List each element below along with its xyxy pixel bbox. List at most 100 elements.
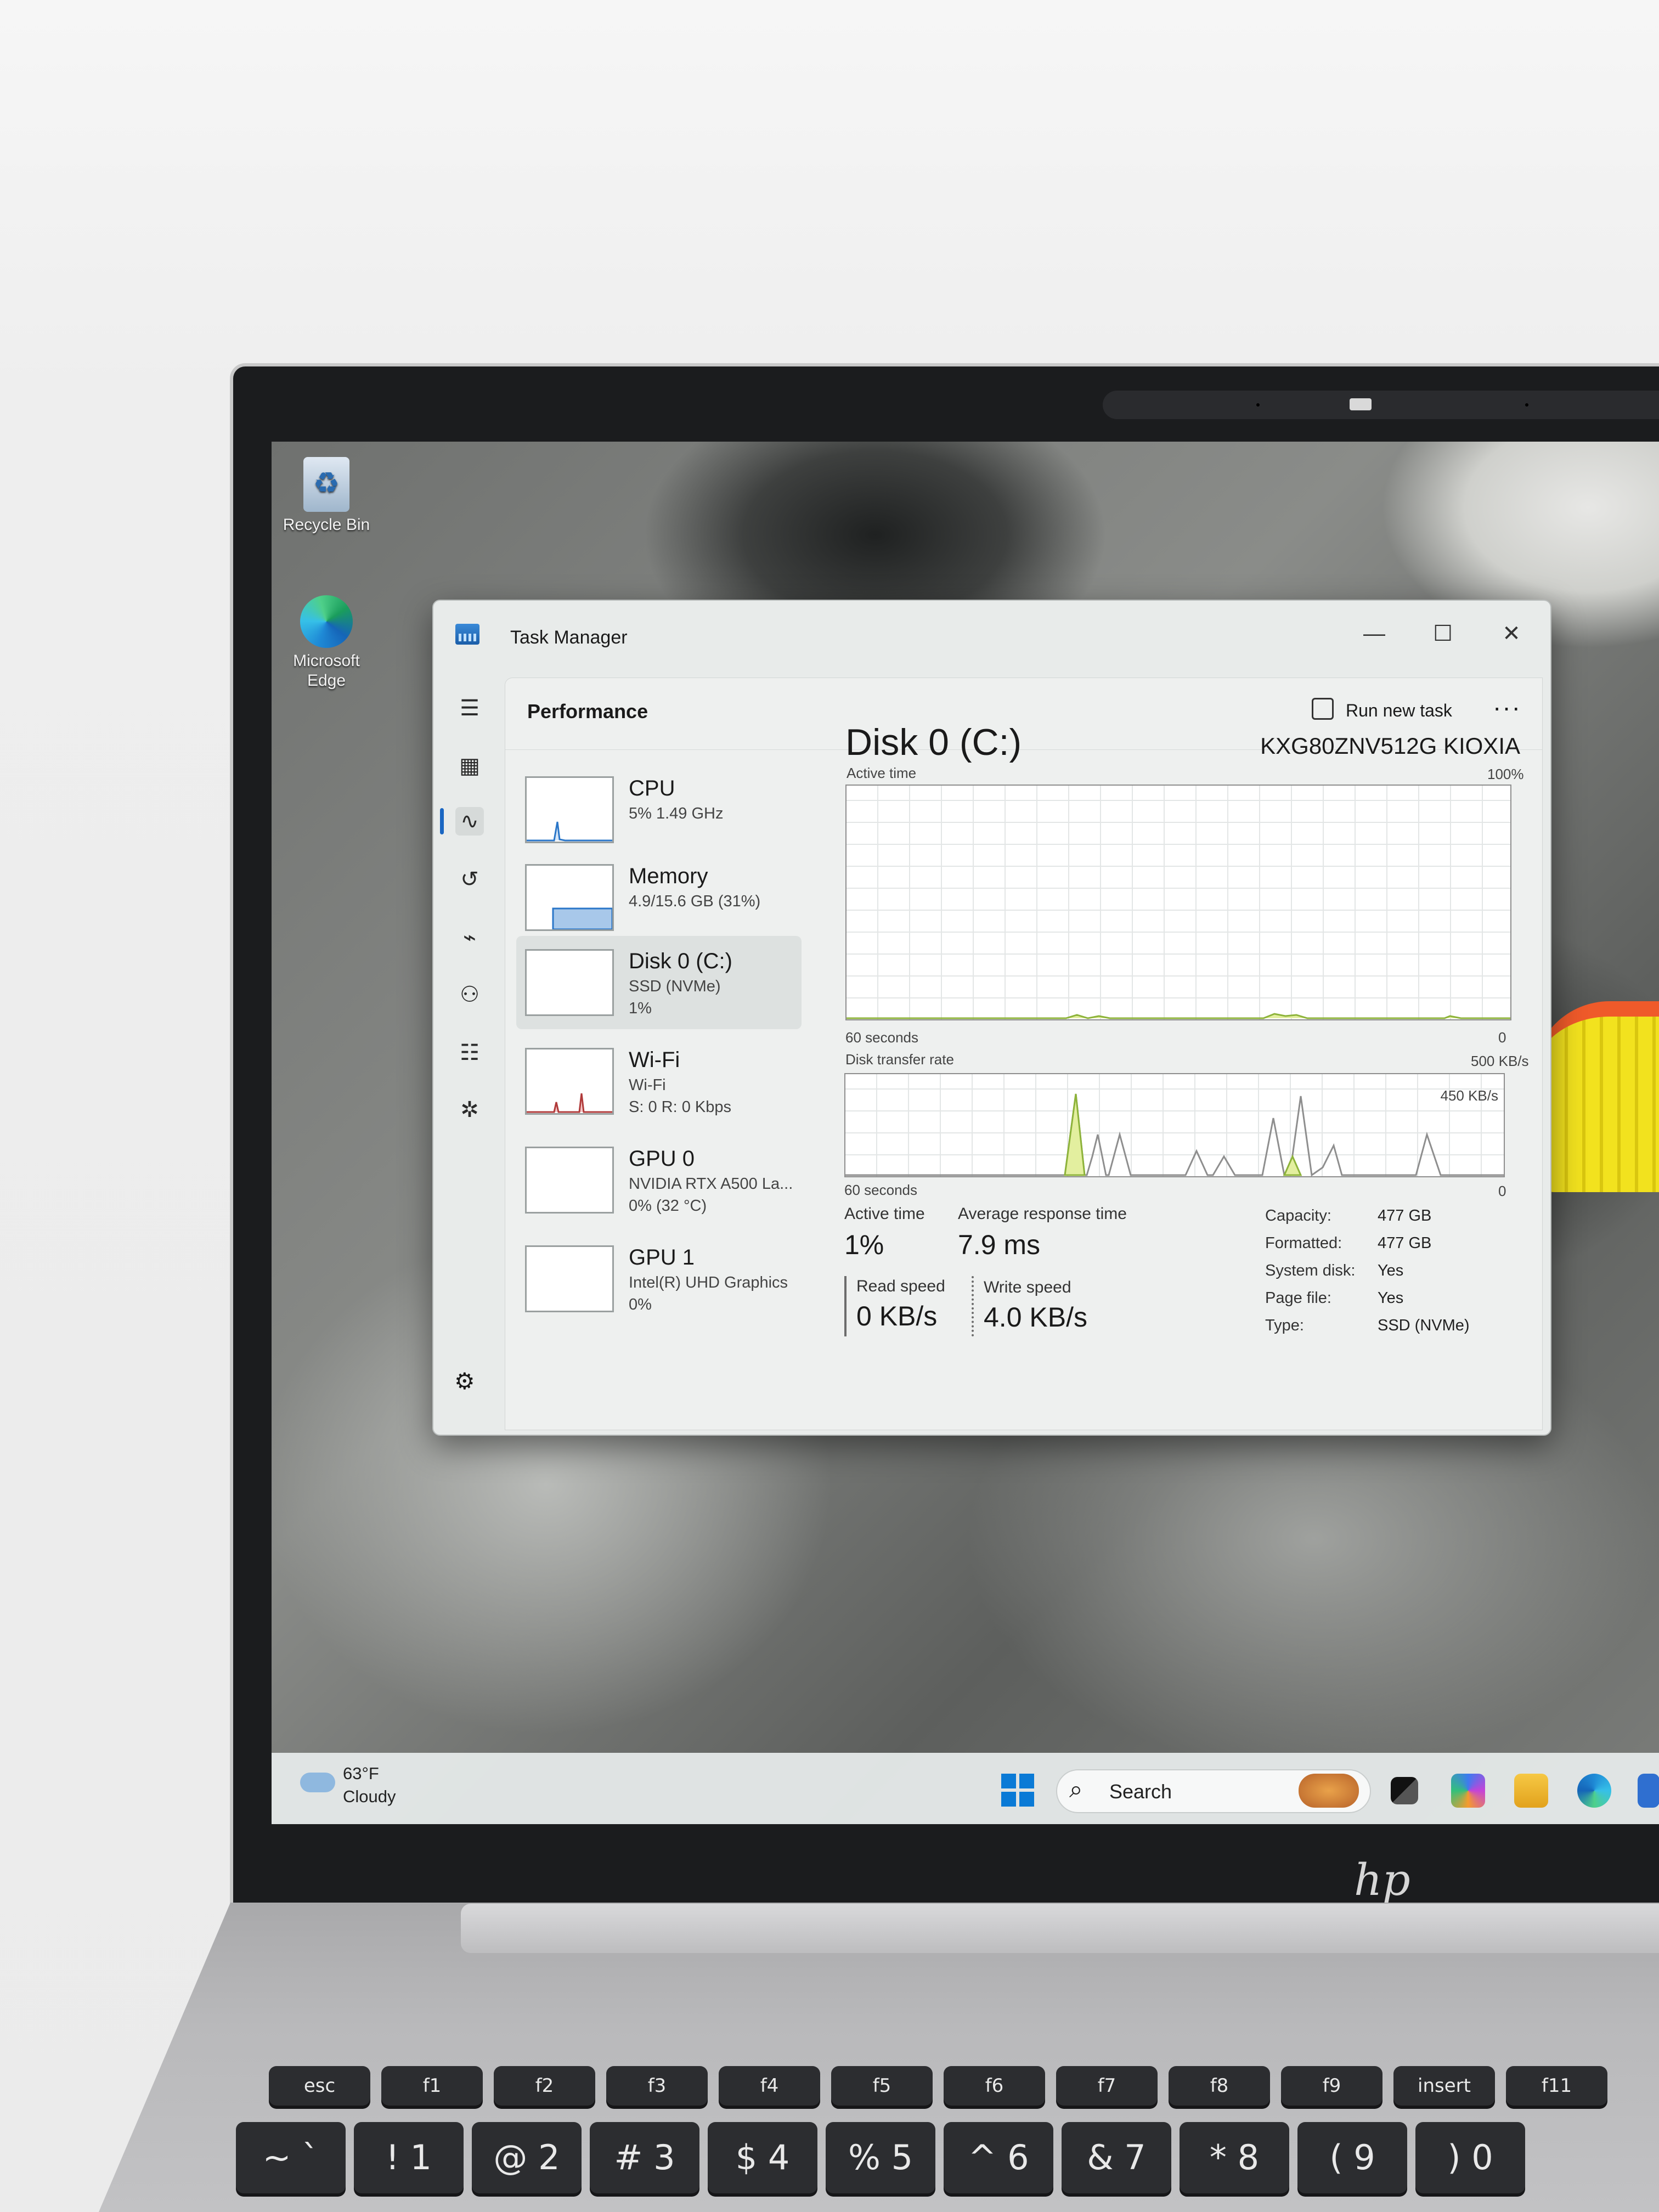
task-manager-window: Task Manager — ☐ ✕ ☰ ▦ ∿ ↺ ⌁ ⚇ ☷ ✲ ⚙ Per… xyxy=(432,600,1551,1436)
key-3[interactable]: # 3 xyxy=(590,2122,699,2193)
file-explorer-icon[interactable] xyxy=(1514,1774,1548,1808)
keyboard: esc f1 f2 f3 f4 f5 f6 f7 f8 f9 insert f1… xyxy=(230,2057,1659,2212)
key-esc[interactable]: esc xyxy=(269,2066,370,2106)
key-9[interactable]: ( 9 xyxy=(1297,2122,1407,2193)
key-7[interactable]: & 7 xyxy=(1062,2122,1171,2193)
weather-condition: Cloudy xyxy=(343,1787,396,1806)
maximize-button[interactable]: ☐ xyxy=(1418,617,1468,650)
weather-temperature: 63°F xyxy=(343,1764,379,1783)
processes-icon[interactable]: ▦ xyxy=(455,752,484,780)
disk-model: KXG80ZNV512G KIOXIA xyxy=(1260,733,1520,759)
device-name: GPU 0 xyxy=(629,1147,695,1171)
startup-apps-icon[interactable]: ⌁ xyxy=(455,923,484,952)
write-speed-label: Write speed xyxy=(984,1278,1071,1296)
wallpaper-paraglider xyxy=(1533,1001,1659,1192)
services-icon[interactable]: ✲ xyxy=(455,1096,484,1124)
run-new-task-button[interactable]: Run new task xyxy=(1312,698,1452,721)
taskbar: 63°F Cloudy ⌕ Search xyxy=(272,1753,1659,1824)
device-name: Disk 0 (C:) xyxy=(629,949,732,973)
device-usage: 0% xyxy=(629,1296,652,1313)
copilot-icon[interactable] xyxy=(1451,1774,1485,1808)
webcam-bar xyxy=(1103,391,1659,419)
active-time-graph-label: Active time xyxy=(847,765,917,781)
desktop-icon-label: Microsoft Edge xyxy=(293,652,360,690)
laptop-hinge xyxy=(461,1904,1659,1953)
key-5[interactable]: % 5 xyxy=(826,2122,935,2193)
key-4[interactable]: $ 4 xyxy=(708,2122,817,2193)
search-highlight-icon xyxy=(1299,1774,1359,1808)
search-input[interactable]: ⌕ Search xyxy=(1056,1769,1371,1813)
key-f4[interactable]: f4 xyxy=(719,2066,820,2106)
key-insert[interactable]: insert xyxy=(1393,2066,1495,2106)
key-f1[interactable]: f1 xyxy=(381,2066,483,2106)
performance-panel: Performance Run new task ··· CPU 5% 1.49… xyxy=(505,678,1543,1430)
performance-icon[interactable]: ∿ xyxy=(455,807,484,836)
task-view-icon[interactable] xyxy=(1391,1777,1418,1804)
settings-gear-icon[interactable]: ⚙ xyxy=(454,1368,475,1395)
recycle-bin-icon xyxy=(303,457,349,512)
device-name: Memory xyxy=(629,864,708,888)
key-2[interactable]: @ 2 xyxy=(472,2122,582,2193)
start-icon[interactable] xyxy=(1001,1774,1034,1807)
key-f6[interactable]: f6 xyxy=(944,2066,1045,2106)
key-1[interactable]: ! 1 xyxy=(354,2122,464,2193)
device-item-disk0[interactable]: Disk 0 (C:) SSD (NVMe) 1% xyxy=(516,936,802,1029)
search-icon: ⌕ xyxy=(1069,1776,1083,1803)
device-item-memory[interactable]: Memory 4.9/15.6 GB (31%) xyxy=(516,851,802,944)
memory-thumbnail-graph xyxy=(525,864,614,931)
menu-icon[interactable]: ☰ xyxy=(455,694,484,723)
write-speed-marker xyxy=(972,1276,974,1336)
task-manager-icon xyxy=(455,624,479,645)
cpu-thumbnail-graph xyxy=(525,776,614,843)
desktop-icon-recycle-bin[interactable]: Recycle Bin xyxy=(277,457,376,535)
key-8[interactable]: * 8 xyxy=(1180,2122,1289,2193)
read-speed-marker xyxy=(844,1276,847,1336)
key-backtick[interactable]: ~ ` xyxy=(236,2122,346,2193)
key-0[interactable]: ) 0 xyxy=(1415,2122,1525,2193)
key-f9[interactable]: f9 xyxy=(1281,2066,1383,2106)
read-speed-value: 0 KB/s xyxy=(856,1301,938,1331)
device-sub: Wi-Fi xyxy=(629,1076,666,1094)
device-item-gpu0[interactable]: GPU 0 NVIDIA RTX A500 La... 0% (32 °C) xyxy=(516,1133,802,1227)
title-bar[interactable]: Task Manager — ☐ ✕ xyxy=(433,601,1550,672)
transfer-graph-max: 500 KB/s xyxy=(1471,1053,1529,1069)
device-sub: 4.9/15.6 GB (31%) xyxy=(629,893,761,910)
device-item-cpu[interactable]: CPU 5% 1.49 GHz xyxy=(516,763,802,856)
device-name: CPU xyxy=(629,776,675,800)
key-f2[interactable]: f2 xyxy=(494,2066,595,2106)
system-disk-label: System disk: xyxy=(1265,1262,1356,1279)
run-task-icon xyxy=(1312,698,1334,720)
disk-transfer-graph: 450 KB/s xyxy=(844,1073,1505,1177)
key-f3[interactable]: f3 xyxy=(606,2066,708,2106)
page-file-label: Page file: xyxy=(1265,1289,1331,1307)
page-file-value: Yes xyxy=(1378,1289,1404,1307)
device-usage: 1% xyxy=(629,1000,652,1017)
app-history-icon[interactable]: ↺ xyxy=(455,865,484,894)
edge-icon[interactable] xyxy=(1577,1774,1611,1808)
active-time-graph-min: 0 xyxy=(1498,1029,1506,1046)
read-speed-label: Read speed xyxy=(856,1277,945,1295)
device-sub: NVIDIA RTX A500 La... xyxy=(629,1175,793,1193)
key-f11[interactable]: f11 xyxy=(1506,2066,1607,2106)
disk-thumbnail-graph xyxy=(525,949,614,1016)
device-item-gpu1[interactable]: GPU 1 Intel(R) UHD Graphics 0% xyxy=(516,1232,802,1325)
detail-title: Disk 0 (C:) xyxy=(845,721,1022,763)
desktop-icon-edge[interactable]: Microsoft Edge xyxy=(277,595,376,691)
close-button[interactable]: ✕ xyxy=(1487,617,1536,650)
users-icon[interactable]: ⚇ xyxy=(455,980,484,1009)
gpu1-thumbnail-graph xyxy=(525,1245,614,1312)
device-throughput: S: 0 R: 0 Kbps xyxy=(629,1098,731,1116)
device-item-wifi[interactable]: Wi-Fi Wi-Fi S: 0 R: 0 Kbps xyxy=(516,1035,802,1128)
active-time-graph xyxy=(845,785,1511,1020)
key-f5[interactable]: f5 xyxy=(831,2066,933,2106)
store-icon[interactable] xyxy=(1638,1774,1659,1808)
key-6[interactable]: ^ 6 xyxy=(944,2122,1053,2193)
device-name: GPU 1 xyxy=(629,1245,695,1269)
type-label: Type: xyxy=(1265,1317,1304,1334)
details-icon[interactable]: ☷ xyxy=(455,1039,484,1067)
minimize-button[interactable]: — xyxy=(1350,617,1399,650)
more-options-button[interactable]: ··· xyxy=(1493,692,1521,722)
system-disk-value: Yes xyxy=(1378,1262,1404,1279)
key-f7[interactable]: f7 xyxy=(1056,2066,1158,2106)
key-f8[interactable]: f8 xyxy=(1169,2066,1270,2106)
